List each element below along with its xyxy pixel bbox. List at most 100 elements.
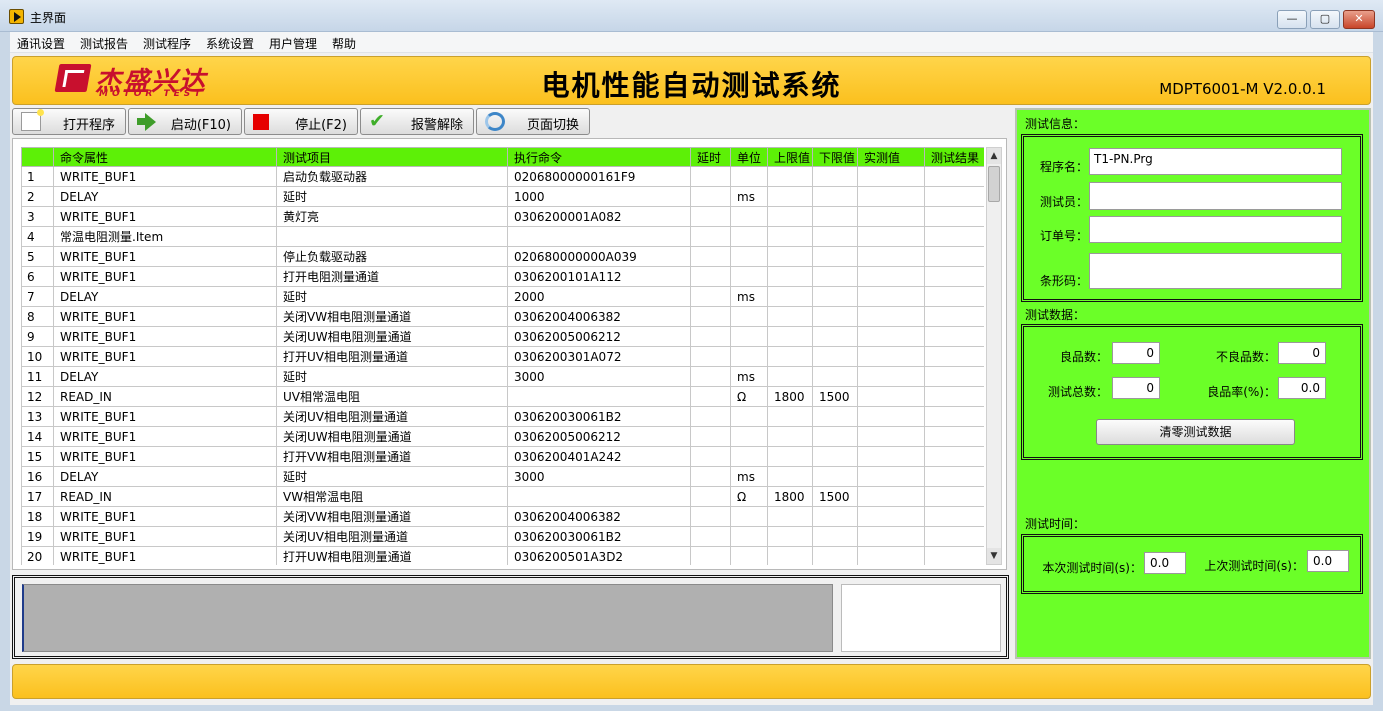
table-row[interactable]: 11 DELAY 延时 3000 ms [21, 366, 984, 387]
stop-button[interactable]: 停止(F2) [244, 108, 358, 135]
alarm-clear-button[interactable]: 报警解除 [360, 108, 474, 135]
column-header-unit[interactable]: 单位 [730, 147, 768, 167]
table-cell-delay [690, 326, 731, 347]
table-row[interactable]: 16 DELAY 延时 3000 ms [21, 466, 984, 487]
table-row[interactable]: 18 WRITE_BUF1 关闭VW相电阻测量通道 03062004006382 [21, 506, 984, 527]
table-row[interactable]: 9 WRITE_BUF1 关闭UW相电阻测量通道 03062005006212 [21, 326, 984, 347]
table-cell-row-number: 4 [21, 226, 54, 247]
table-row[interactable]: 1 WRITE_BUF1 启动负载驱动器 02068000000161F9 [21, 166, 984, 187]
column-header-execute-command[interactable]: 执行命令 [507, 147, 691, 167]
command-table-viewport[interactable]: 命令属性 测试项目 执行命令 延时 单位 上限值 下限值 实测值 测试结果 1 WRITE_BUF… [21, 147, 984, 565]
table-cell-measured-value [857, 486, 925, 507]
table-row[interactable]: 6 WRITE_BUF1 打开电阻测量通道 0306200101A112 [21, 266, 984, 287]
menu-user-management[interactable]: 用户管理 [269, 35, 317, 52]
table-cell-test-item: VW相常温电阻 [276, 486, 508, 507]
column-header-row-number[interactable] [21, 147, 54, 167]
table-cell-unit [730, 346, 768, 367]
close-button[interactable]: ✕ [1343, 10, 1375, 29]
column-header-lower-limit[interactable]: 下限值 [812, 147, 858, 167]
table-row[interactable]: 14 WRITE_BUF1 关闭UW相电阻测量通道 03062005006212 [21, 426, 984, 447]
table-cell-upper-limit [767, 366, 813, 387]
menu-test-program[interactable]: 测试程序 [143, 35, 191, 52]
tester-field[interactable] [1089, 182, 1342, 210]
clear-test-data-button[interactable]: 清零测试数据 [1096, 419, 1295, 445]
scroll-down-icon[interactable]: ▼ [987, 548, 1001, 564]
table-cell-row-number: 7 [21, 286, 54, 307]
table-cell-command-attribute: DELAY [53, 286, 277, 307]
column-header-measured-value[interactable]: 实测值 [857, 147, 925, 167]
table-cell-command-attribute: WRITE_BUF1 [53, 326, 277, 347]
message-log-area[interactable] [22, 584, 833, 652]
table-cell-row-number: 13 [21, 406, 54, 427]
table-cell-delay [690, 386, 731, 407]
table-cell-command-attribute: DELAY [53, 466, 277, 487]
status-display-box [841, 584, 1001, 652]
table-cell-lower-limit [812, 466, 858, 487]
table-row[interactable]: 4 常温电阻测量.Item [21, 226, 984, 247]
table-cell-unit [730, 406, 768, 427]
table-cell-upper-limit: 1800 [767, 386, 813, 407]
scroll-up-icon[interactable]: ▲ [987, 148, 1001, 164]
table-row[interactable]: 8 WRITE_BUF1 关闭VW相电阻测量通道 03062004006382 [21, 306, 984, 327]
table-cell-upper-limit [767, 546, 813, 565]
table-row[interactable]: 3 WRITE_BUF1 黄灯亮 0306200001A082 [21, 206, 984, 227]
table-cell-measured-value [857, 266, 925, 287]
table-cell-command-attribute: 常温电阻测量.Item [53, 226, 277, 247]
table-cell-test-item: 延时 [276, 186, 508, 207]
table-cell-test-item: 延时 [276, 466, 508, 487]
table-row[interactable]: 13 WRITE_BUF1 关闭UV相电阻测量通道 030620030061B2 [21, 406, 984, 427]
menu-help[interactable]: 帮助 [332, 35, 356, 52]
menu-system-settings[interactable]: 系统设置 [206, 35, 254, 52]
column-header-command-attribute[interactable]: 命令属性 [53, 147, 277, 167]
table-cell-command-attribute: WRITE_BUF1 [53, 506, 277, 527]
table-cell-delay [690, 406, 731, 427]
table-cell-test-result [924, 426, 984, 447]
table-cell-lower-limit [812, 166, 858, 187]
maximize-button[interactable]: ▢ [1310, 10, 1340, 29]
column-header-test-result[interactable]: 测试结果 [924, 147, 984, 167]
table-row[interactable]: 15 WRITE_BUF1 打开VW相电阻测量通道 0306200401A242 [21, 446, 984, 467]
table-row[interactable]: 17 READ_IN VW相常温电阻 Ω 1800 1500 [21, 486, 984, 507]
table-cell-delay [690, 446, 731, 467]
table-cell-unit [730, 226, 768, 247]
table-cell-lower-limit [812, 326, 858, 347]
table-cell-delay [690, 286, 731, 307]
table-row[interactable]: 2 DELAY 延时 1000 ms [21, 186, 984, 207]
table-row[interactable]: 5 WRITE_BUF1 停止负载驱动器 020680000000A039 [21, 246, 984, 267]
status-bar [12, 664, 1371, 699]
table-cell-upper-limit [767, 526, 813, 547]
program-name-field[interactable]: T1-PN.Prg [1089, 148, 1342, 175]
open-program-button[interactable]: 打开程序 [12, 108, 126, 135]
table-cell-upper-limit [767, 426, 813, 447]
start-button[interactable]: 启动(F10) [128, 108, 242, 135]
table-cell-measured-value [857, 506, 925, 527]
bad-count-label: 不良品数： [1215, 350, 1276, 364]
table-cell-lower-limit [812, 266, 858, 287]
table-cell-execute-command: 0306200401A242 [507, 446, 691, 467]
yield-rate-value: 0.0 [1278, 377, 1326, 399]
menu-comm-settings[interactable]: 通讯设置 [17, 35, 65, 52]
table-cell-test-item: 启动负载驱动器 [276, 166, 508, 187]
column-header-test-item[interactable]: 测试项目 [276, 147, 508, 167]
table-row[interactable]: 20 WRITE_BUF1 打开UW相电阻测量通道 0306200501A3D2 [21, 546, 984, 565]
table-cell-row-number: 16 [21, 466, 54, 487]
table-cell-delay [690, 426, 731, 447]
table-row[interactable]: 12 READ_IN UV相常温电阻 Ω 1800 1500 [21, 386, 984, 407]
page-switch-button[interactable]: 页面切换 [476, 108, 590, 135]
scroll-thumb[interactable] [988, 166, 1000, 202]
table-cell-command-attribute: DELAY [53, 366, 277, 387]
column-header-delay[interactable]: 延时 [690, 147, 731, 167]
table-cell-test-item: 延时 [276, 366, 508, 387]
table-row[interactable]: 19 WRITE_BUF1 关闭UV相电阻测量通道 030620030061B2 [21, 526, 984, 547]
table-row[interactable]: 7 DELAY 延时 2000 ms [21, 286, 984, 307]
table-row[interactable]: 10 WRITE_BUF1 打开UV相电阻测量通道 0306200301A072 [21, 346, 984, 367]
minimize-button[interactable]: — [1277, 10, 1307, 29]
column-header-upper-limit[interactable]: 上限值 [767, 147, 813, 167]
table-vertical-scrollbar[interactable]: ▲ ▼ [986, 147, 1002, 565]
order-number-field[interactable] [1089, 216, 1342, 243]
barcode-field[interactable] [1089, 253, 1342, 289]
table-cell-unit [730, 546, 768, 565]
menu-test-report[interactable]: 测试报告 [80, 35, 128, 52]
table-cell-row-number: 6 [21, 266, 54, 287]
last-test-time-value: 0.0 [1307, 550, 1349, 572]
